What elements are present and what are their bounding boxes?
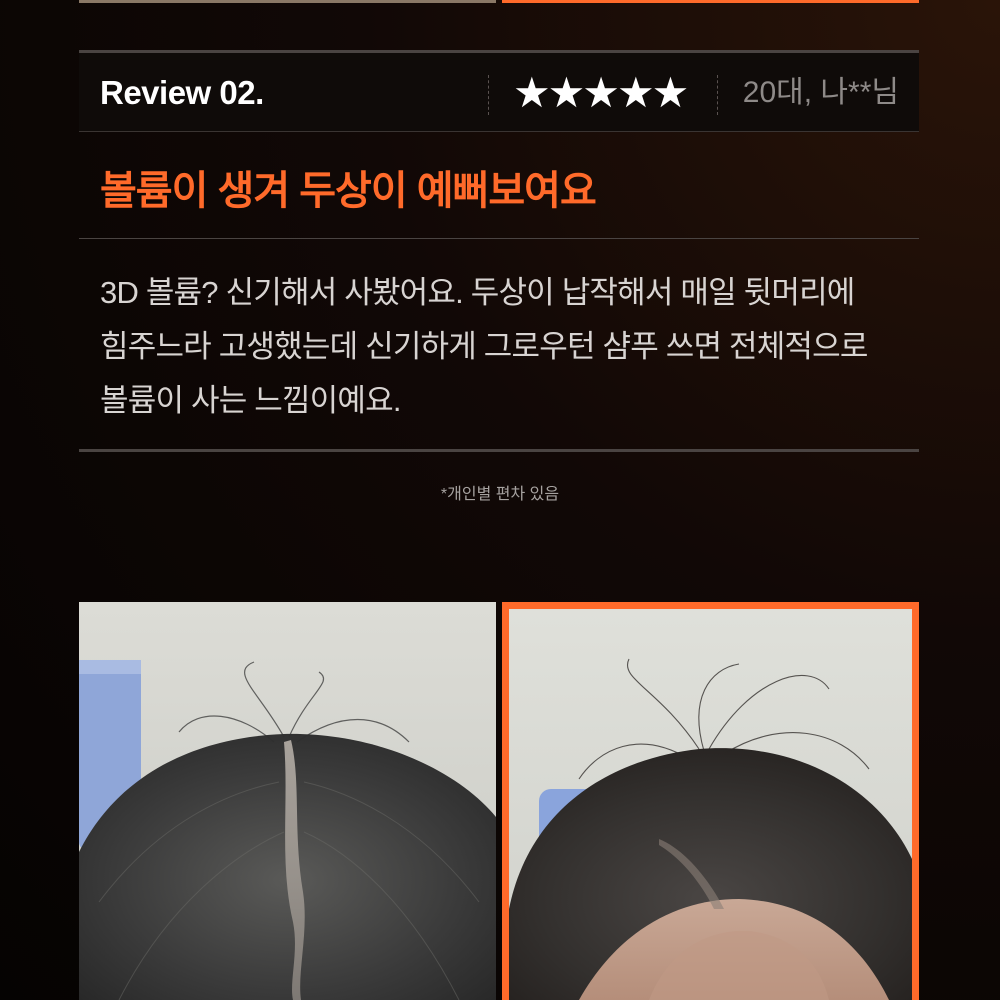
- reviewer-info: 20대, 나**님: [742, 76, 899, 109]
- review-number: Review 02.: [100, 74, 264, 111]
- review-body-line: 볼륨이 사는 느낌이예요.: [100, 383, 401, 418]
- review-title: 볼륨이 생겨 두상이 예뻐보여요: [100, 169, 597, 213]
- previous-photo-after-edge: [502, 0, 919, 3]
- hair-after-image: [509, 609, 912, 1000]
- title-divider: [79, 238, 919, 239]
- hair-before-image: [79, 602, 496, 1000]
- before-photo: [79, 602, 496, 1000]
- star-rating-icon: ★★★★★: [513, 69, 689, 116]
- after-photo: [502, 602, 919, 1000]
- header-divider: [488, 75, 489, 115]
- body-divider: [79, 449, 919, 452]
- review-body: 3D 볼륨? 신기해서 사봤어요. 두상이 납작해서 매일 뒷머리에 힘주느라 …: [100, 266, 930, 428]
- review-body-line: 힘주느라 고생했는데 신기하게 그로우턴 샴푸 쓰면 전체적으로: [100, 329, 868, 364]
- review-body-line: 3D 볼륨? 신기해서 사봤어요. 두상이 납작해서 매일 뒷머리에: [100, 275, 855, 310]
- review-header: Review 02. ★★★★★ 20대, 나**님: [79, 50, 919, 132]
- previous-photo-before-edge: [79, 0, 496, 3]
- disclaimer: *개인별 편차 있음: [440, 486, 560, 503]
- header-divider: [717, 75, 718, 115]
